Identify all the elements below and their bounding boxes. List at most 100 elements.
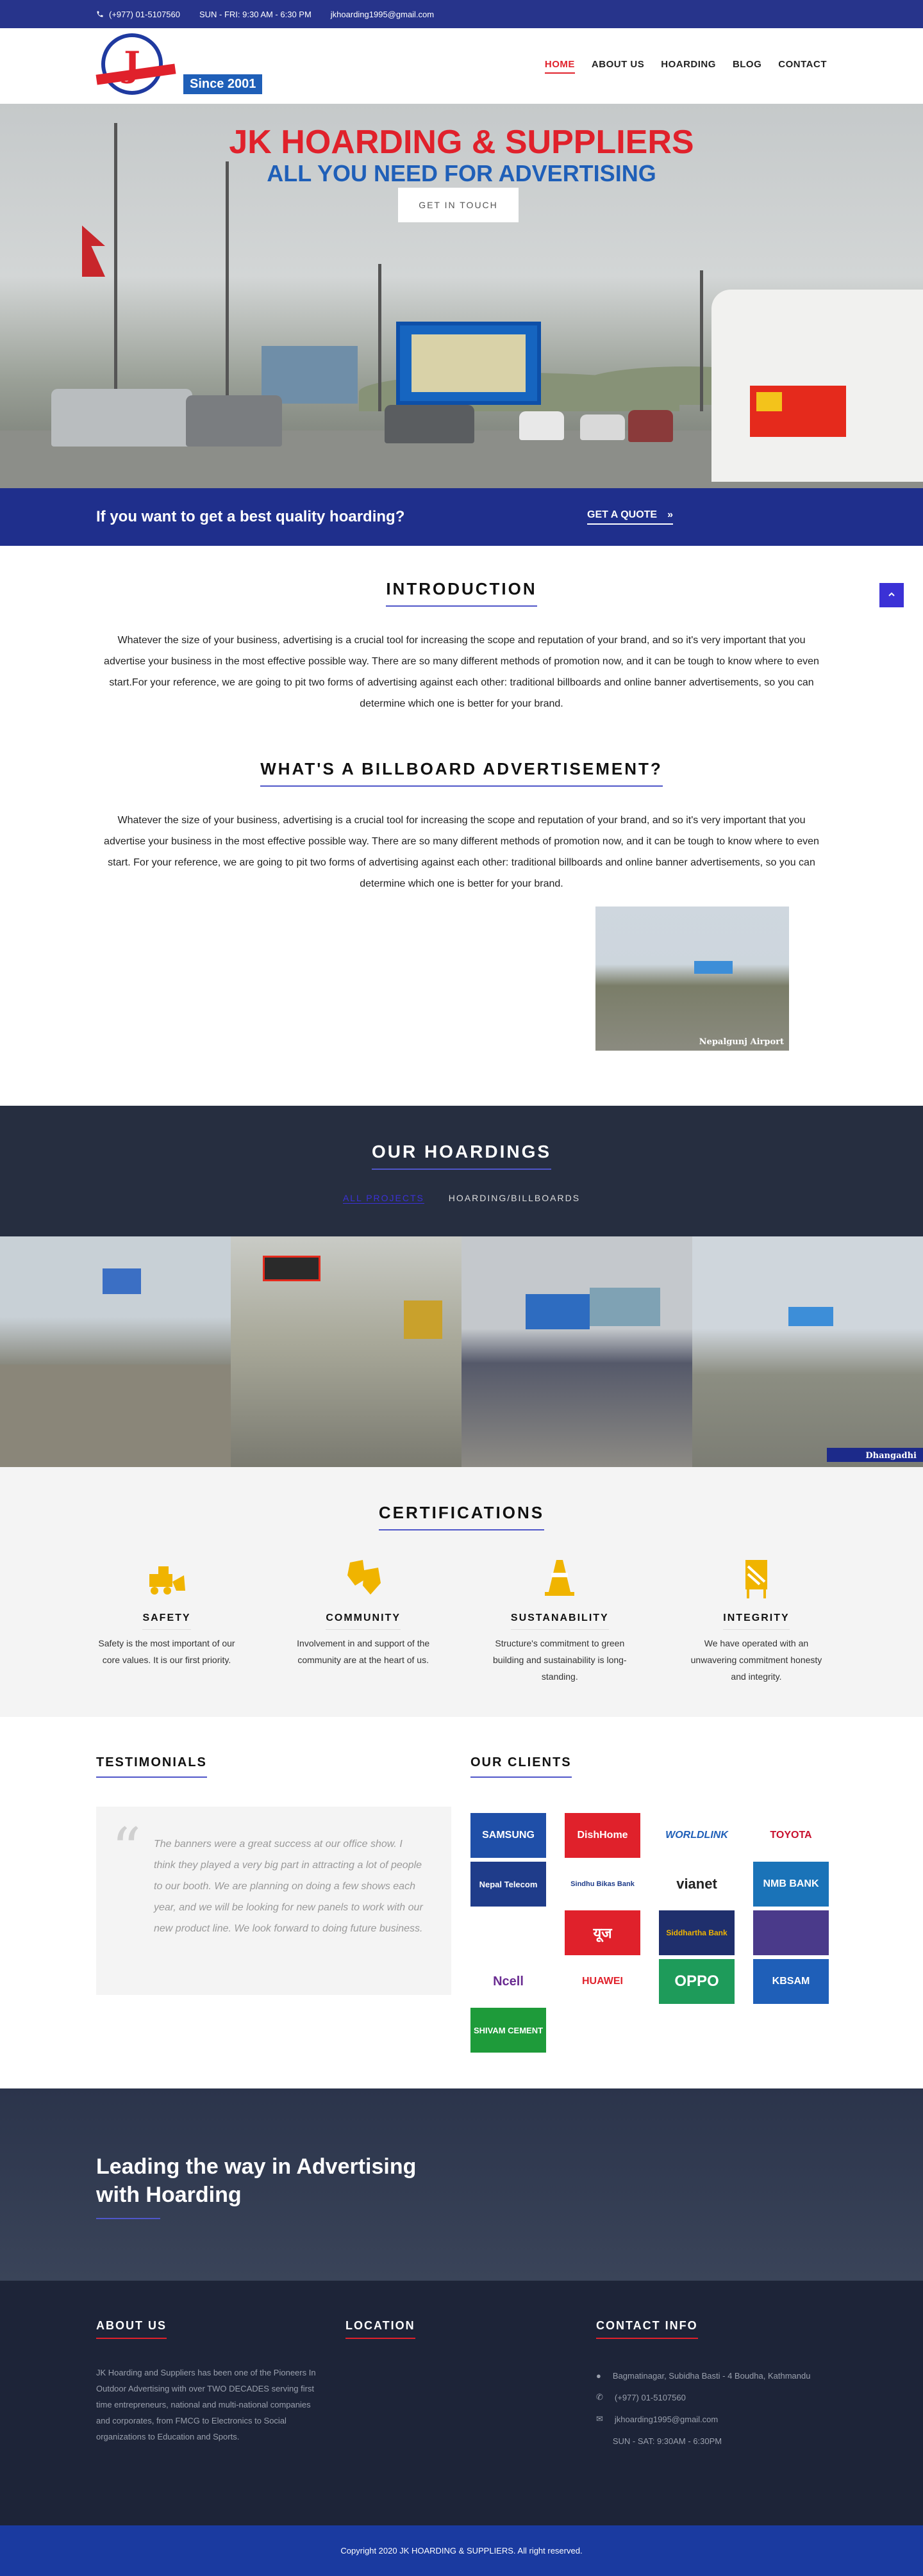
certification-integrity: INTEGRITY We have operated with an unwav…: [686, 1556, 827, 1685]
client-logo-nmb-bank[interactable]: NMB BANK: [753, 1862, 829, 1907]
hero-subtitle: ALL YOU NEED FOR ADVERTISING: [267, 160, 656, 186]
gallery-caption: Dhangadhi: [865, 1451, 917, 1461]
filter-hoarding-billboards[interactable]: HOARDING/BILLBOARDS: [449, 1193, 580, 1203]
certification-name: COMMUNITY: [326, 1612, 401, 1630]
bulldozer-icon: [144, 1556, 189, 1601]
hero-pole: [226, 161, 229, 418]
testimonials-clients-section: TESTIMONIALS “ The banners were a great …: [0, 1717, 923, 2088]
photo-billboard: [694, 961, 733, 974]
hero-car: [580, 414, 625, 440]
footer-about: ABOUT US JK Hoarding and Suppliers has b…: [96, 2319, 320, 2445]
hero-car: [51, 389, 192, 447]
barrier-icon: [734, 1556, 779, 1601]
hero-flag: [82, 226, 105, 277]
nav-contact[interactable]: CONTACT: [778, 59, 827, 74]
footer-phone[interactable]: ✆ (+977) 01-5107560: [596, 2386, 810, 2408]
certification-desc: Safety is the most important of our core…: [98, 1638, 235, 1665]
traffic-cone-icon: [537, 1556, 582, 1601]
hero-pole: [700, 270, 703, 411]
leading-underline: [96, 2218, 160, 2219]
nav-blog[interactable]: BLOG: [733, 59, 761, 74]
billboard-title: WHAT'S A BILLBOARD ADVERTISEMENT?: [260, 759, 663, 787]
footer-email-text: jkhoarding1995@gmail.com: [614, 2414, 719, 2424]
topbar-phone[interactable]: (+977) 01-5107560: [96, 10, 180, 19]
client-logo-kbsam[interactable]: KBSAM: [753, 1959, 829, 2004]
topbar-email[interactable]: jkhoarding1995@gmail.com: [331, 10, 434, 19]
client-logo-blank: [753, 1910, 829, 1955]
hero-truck: [711, 290, 923, 482]
gallery-item[interactable]: Dhangadhi: [692, 1236, 923, 1467]
certification-list: SAFETY Safety is the most important of o…: [96, 1556, 827, 1685]
copyright-text: Copyright 2020 JK HOARDING & SUPPLIERS. …: [340, 2546, 583, 2555]
logo-mark: J: [101, 33, 163, 95]
quote-strip: If you want to get a best quality hoardi…: [0, 488, 923, 546]
hoardings-section: OUR HOARDINGS ALL PROJECTS HOARDING/BILL…: [0, 1106, 923, 1236]
certifications-title: CERTIFICATIONS: [378, 1503, 545, 1530]
gloves-icon: [341, 1556, 386, 1601]
certification-name: INTEGRITY: [723, 1612, 790, 1630]
client-logo-shivam-cement[interactable]: SHIVAM CEMENT: [470, 2008, 546, 2053]
get-in-touch-button[interactable]: GET IN TOUCH: [398, 188, 519, 222]
client-logo-worldlink[interactable]: WORLDLINK: [659, 1813, 735, 1858]
site-logo[interactable]: J Since 2001: [96, 28, 263, 104]
filter-all-projects[interactable]: ALL PROJECTS: [342, 1193, 424, 1204]
footer-address: ● Bagmatinagar, Subidha Basti - 4 Boudha,…: [596, 2365, 810, 2386]
gallery-item[interactable]: [0, 1236, 231, 1467]
introduction-title: INTRODUCTION: [386, 579, 537, 607]
certification-desc: We have operated with an unwavering comm…: [690, 1638, 822, 1682]
client-logo-ncell[interactable]: Ncell: [470, 1959, 546, 2004]
nav-home[interactable]: HOME: [544, 59, 575, 74]
hoardings-gallery: Dhangadhi: [0, 1236, 923, 1467]
client-logo-sindhu-bikas-bank[interactable]: Sindhu Bikas Bank: [565, 1862, 640, 1907]
site-footer: ABOUT US JK Hoarding and Suppliers has b…: [0, 2281, 923, 2525]
chevron-up-icon: [888, 592, 895, 596]
copyright-bar: Copyright 2020 JK HOARDING & SUPPLIERS. …: [0, 2525, 923, 2576]
footer-hours: ○SUN - SAT: 9:30AM - 6:30PM: [596, 2430, 810, 2452]
client-logo-toyota[interactable]: TOYOTA: [753, 1813, 829, 1858]
client-logo-oppo[interactable]: OPPO: [659, 1959, 735, 2004]
hoardings-title: OUR HOARDINGS: [371, 1142, 552, 1170]
footer-contact: CONTACT INFO ● Bagmatinagar, Subidha Bast…: [596, 2319, 810, 2452]
hero-banner: JK HOARDING & SUPPLIERS ALL YOU NEED FOR…: [0, 104, 923, 488]
certification-desc: Structure's commitment to green building…: [493, 1638, 627, 1682]
envelope-icon: ✉: [596, 2414, 603, 2424]
client-logo-samsung[interactable]: SAMSUNG: [470, 1813, 546, 1858]
gallery-item[interactable]: [231, 1236, 462, 1467]
footer-hours-text: SUN - SAT: 9:30AM - 6:30PM: [612, 2436, 722, 2446]
nav-about-us[interactable]: ABOUT US: [592, 59, 644, 74]
certification-desc: Involvement in and support of the commun…: [297, 1638, 430, 1665]
topbar-hours-text: SUN - FRI: 9:30 AM - 6:30 PM: [199, 9, 312, 19]
scroll-to-top-button[interactable]: [879, 583, 904, 607]
clients-title: OUR CLIENTS: [470, 1755, 572, 1778]
since-badge: Since 2001: [183, 74, 263, 94]
hero-title: JK HOARDING & SUPPLIERS: [229, 124, 694, 161]
double-chevron-right-icon: »: [667, 509, 673, 520]
introduction-text: Whatever the size of your business, adve…: [104, 635, 819, 709]
footer-about-title: ABOUT US: [96, 2319, 167, 2339]
client-logo-dishhome[interactable]: DishHome: [565, 1813, 640, 1858]
leading-heading: Leading the way in Advertising with Hoar…: [96, 2153, 416, 2209]
client-logo-vianet[interactable]: vianet: [659, 1862, 735, 1907]
nav-hoarding[interactable]: HOARDING: [661, 59, 716, 74]
billboard-photo: Nepalgunj Airport: [595, 907, 789, 1051]
hero-pole: [378, 264, 381, 411]
hoardings-filters: ALL PROJECTS HOARDING/BILLBOARDS: [0, 1193, 923, 1204]
quote-icon: “: [112, 1816, 142, 1883]
clients-grid: SAMSUNG DishHome WORLDLINK TOYOTA Nepal …: [470, 1813, 829, 2053]
footer-email[interactable]: ✉ jkhoarding1995@gmail.com: [596, 2408, 810, 2430]
client-logo-nepal-telecom[interactable]: Nepal Telecom: [470, 1862, 546, 1907]
footer-about-text: JK Hoarding and Suppliers has been one o…: [96, 2368, 316, 2441]
get-a-quote-button[interactable]: GET A QUOTE »: [587, 509, 673, 525]
hero-car: [519, 411, 564, 440]
topbar-phone-text: (+977) 01-5107560: [109, 9, 180, 19]
billboard-section: WHAT'S A BILLBOARD ADVERTISEMENT? Whatev…: [0, 759, 923, 894]
gallery-item[interactable]: [462, 1236, 692, 1467]
certification-sustainability: SUSTANABILITY Structure's commitment to …: [489, 1556, 630, 1685]
introduction-section: INTRODUCTION Whatever the size of your b…: [0, 579, 923, 714]
client-logo-yuj[interactable]: यूज: [565, 1910, 640, 1955]
client-logo-siddhartha-bank[interactable]: Siddhartha Bank: [659, 1910, 735, 1955]
client-logo-huawei[interactable]: HUAWEI: [565, 1959, 640, 2004]
testimonial-text: The banners were a great success at our …: [154, 1839, 423, 1934]
hero-car: [628, 410, 673, 442]
hero-billboard: [396, 322, 541, 405]
